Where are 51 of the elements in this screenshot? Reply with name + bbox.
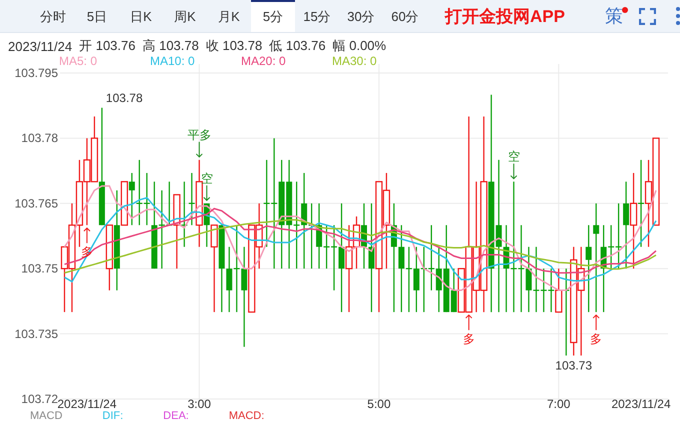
down-arrow-icon [196, 141, 203, 158]
indicator-label: MACD: [228, 410, 264, 422]
quote-field: 开 103.76 [79, 37, 136, 55]
timeframe-tab[interactable]: 15分 [295, 0, 339, 32]
up-arrow-icon [592, 314, 600, 331]
price-axis-label: 103.78 [21, 131, 58, 146]
high-price-label: 103.78 [106, 90, 143, 105]
price-axis-label: 103.75 [21, 262, 58, 276]
price-axis-label: 103.765 [14, 196, 58, 210]
time-axis-label: 3:00 [188, 397, 211, 409]
moving-average-label: MA5: 0 [59, 54, 98, 68]
timeframe-tab[interactable]: 月K [207, 0, 251, 32]
fullscreen-icon[interactable] [638, 8, 656, 24]
timeframe-tab[interactable]: 60分 [383, 0, 427, 32]
price-axis-label: 103.72 [21, 392, 58, 406]
time-axis-label: 2023/11/24 [57, 397, 117, 409]
quote-field: 低 103.76 [269, 37, 326, 55]
indicator-label: DIF: [102, 410, 124, 422]
timeframe-tab[interactable]: 5分 [251, 0, 295, 32]
moving-average-label: MA10: 0 [150, 54, 196, 68]
time-axis-label: 7:00 [547, 397, 570, 409]
strategy-button[interactable]: 策 [602, 0, 625, 32]
moving-average-label: MA20: 0 [241, 54, 287, 68]
up-arrow-icon [83, 227, 90, 244]
timeframe-tab[interactable]: 日K [119, 0, 163, 32]
moving-average-label: MA30: 0 [332, 54, 378, 68]
quote-field: 幅 0.00% [332, 37, 386, 55]
timeframe-tab[interactable]: 周K [163, 0, 207, 32]
open-app-link[interactable]: 打开金投网APP [445, 0, 565, 32]
up-arrow-icon [465, 314, 472, 331]
time-axis-label: 5:00 [367, 397, 391, 409]
indicator-label: DEA: [163, 410, 189, 422]
signal-label: 空 [508, 150, 520, 164]
down-arrow-icon [203, 184, 210, 202]
quote-field: 高 103.78 [142, 37, 199, 55]
quote-field: 收 103.78 [206, 37, 262, 55]
more-menu-icon[interactable] [676, 7, 680, 25]
down-arrow-icon [510, 163, 518, 180]
indicator-label: MACD [30, 410, 62, 422]
timeframe-tab[interactable]: 30分 [339, 0, 383, 32]
signal-label: 空 [200, 171, 213, 186]
signal-label: 平多 [187, 128, 212, 142]
signal-label: 多 [462, 332, 475, 346]
low-price-label: 103.73 [555, 358, 592, 373]
signal-label: 多 [590, 332, 602, 346]
time-axis-label: 2023/11/24 [611, 397, 671, 409]
timeframe-tab[interactable]: 5日 [75, 0, 119, 32]
price-axis-label: 103.795 [14, 66, 58, 80]
price-axis-label: 103.735 [14, 326, 58, 341]
quote-date: 2023/11/24 [8, 38, 72, 54]
timeframe-tab[interactable]: 分时 [31, 0, 75, 32]
